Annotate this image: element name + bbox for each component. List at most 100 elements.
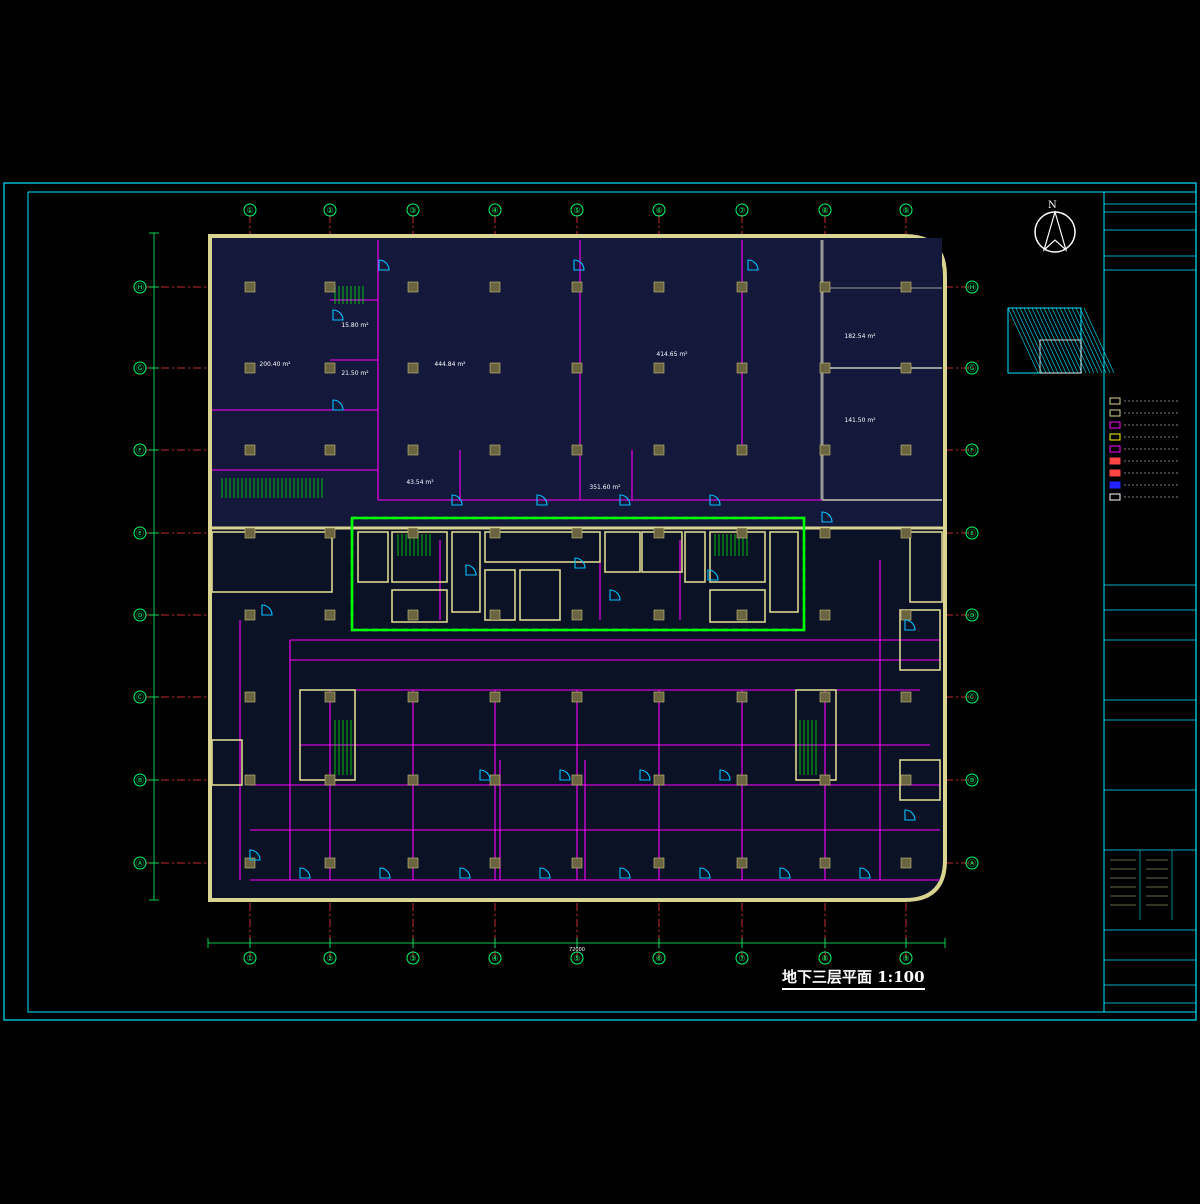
axis-label-top: ⑤ (573, 206, 580, 215)
axis-label-left: Ⓐ (136, 859, 144, 868)
axis-label-bottom: ② (326, 954, 333, 963)
column (819, 691, 831, 703)
legend-swatch (1109, 445, 1121, 453)
key-hatch (1031, 307, 1063, 374)
column (819, 362, 831, 374)
column (571, 362, 583, 374)
axis-label-bottom: ④ (491, 954, 498, 963)
column (244, 527, 256, 539)
column (819, 774, 831, 786)
column (900, 774, 912, 786)
total-dimension: 72000 (569, 947, 585, 953)
column (489, 527, 501, 539)
column (571, 774, 583, 786)
room-area: 21.50 m² (341, 370, 369, 377)
room-area: 200.40 m² (259, 361, 291, 368)
axis-label-top: ⑦ (738, 206, 745, 215)
legend-swatch (1109, 481, 1121, 489)
legend-swatch (1109, 421, 1121, 429)
key-hatch (1083, 307, 1115, 374)
column (407, 444, 419, 456)
drawing-title: 地下三层平面 1:100 (782, 966, 925, 990)
axis-label-top: ⑨ (902, 206, 909, 215)
key-hatch (1027, 307, 1059, 374)
axis-label-left: Ⓖ (136, 364, 144, 373)
column (244, 691, 256, 703)
axis-label-bottom: ⑨ (902, 954, 909, 963)
axis-label-left: Ⓗ (136, 283, 144, 292)
column (407, 691, 419, 703)
key-hatch (1035, 307, 1067, 374)
column (736, 857, 748, 869)
axis-label-bottom: ⑥ (655, 954, 662, 963)
column (900, 527, 912, 539)
axis-label-bottom: ⑧ (821, 954, 828, 963)
cad-drawing-sheet: ① ① ② ② ③ ③ ④ ④ ⑤ ⑤ ⑥ ⑥ ⑦ ⑦ ⑧ ⑧ ⑨ ⑨ Ⓗ Ⓗ Ⓖ Ⓖ Ⓕ Ⓕ Ⓔ Ⓔ Ⓓ Ⓓ Ⓒ Ⓒ Ⓑ Ⓑ Ⓐ Ⓐ 200.4… (0, 0, 1200, 1200)
axis-label-bottom: ① (246, 954, 253, 963)
column (407, 609, 419, 621)
column (489, 444, 501, 456)
column (900, 362, 912, 374)
column (489, 691, 501, 703)
column (736, 362, 748, 374)
axis-label-left: Ⓒ (136, 693, 144, 702)
key-hatch (1051, 307, 1083, 374)
axis-label-top: ② (326, 206, 333, 215)
column (819, 281, 831, 293)
column (653, 774, 665, 786)
key-hatch (1067, 307, 1099, 374)
legend-swatch (1109, 457, 1121, 465)
room-area: 414.65 m² (656, 351, 688, 358)
column (244, 774, 256, 786)
key-hatch (1015, 307, 1047, 374)
column (407, 774, 419, 786)
room-area: 141.50 m² (844, 417, 876, 424)
column (736, 691, 748, 703)
column (736, 281, 748, 293)
key-hatch (1079, 307, 1111, 374)
column (900, 444, 912, 456)
upper-zone-fill (212, 238, 942, 528)
key-hatch (1047, 307, 1079, 374)
legend-swatch (1109, 469, 1121, 477)
column (244, 362, 256, 374)
column (900, 281, 912, 293)
column (571, 444, 583, 456)
column (900, 691, 912, 703)
key-hatch (1011, 307, 1043, 374)
axis-label-top: ⑧ (821, 206, 828, 215)
column (571, 691, 583, 703)
column (653, 281, 665, 293)
column (900, 857, 912, 869)
title-block (1007, 203, 1196, 1004)
column (407, 281, 419, 293)
column (571, 281, 583, 293)
column (571, 609, 583, 621)
key-hatch (1007, 307, 1039, 374)
axis-label-left: Ⓕ (136, 446, 144, 455)
column (489, 609, 501, 621)
column (324, 609, 336, 621)
axis-label-left: Ⓔ (136, 529, 144, 538)
axis-label-right: Ⓔ (968, 529, 976, 538)
column (324, 774, 336, 786)
column (736, 774, 748, 786)
legend-swatch (1109, 409, 1121, 417)
legend-swatch (1109, 433, 1121, 441)
axis-label-right: Ⓗ (968, 283, 976, 292)
room-area: 15.80 m² (341, 322, 369, 329)
axis-label-right: Ⓓ (968, 611, 976, 620)
room-area: 444.84 m² (434, 361, 466, 368)
north-label: N (1048, 200, 1057, 211)
axis-label-right: Ⓑ (968, 776, 976, 785)
axis-label-right: Ⓐ (968, 859, 976, 868)
column (407, 527, 419, 539)
column (244, 444, 256, 456)
column (653, 857, 665, 869)
axis-label-left: Ⓓ (136, 611, 144, 620)
column (489, 774, 501, 786)
column (736, 444, 748, 456)
axis-label-right: Ⓕ (968, 446, 976, 455)
key-hatch (1059, 307, 1091, 374)
room-area: 43.54 m² (406, 479, 434, 486)
